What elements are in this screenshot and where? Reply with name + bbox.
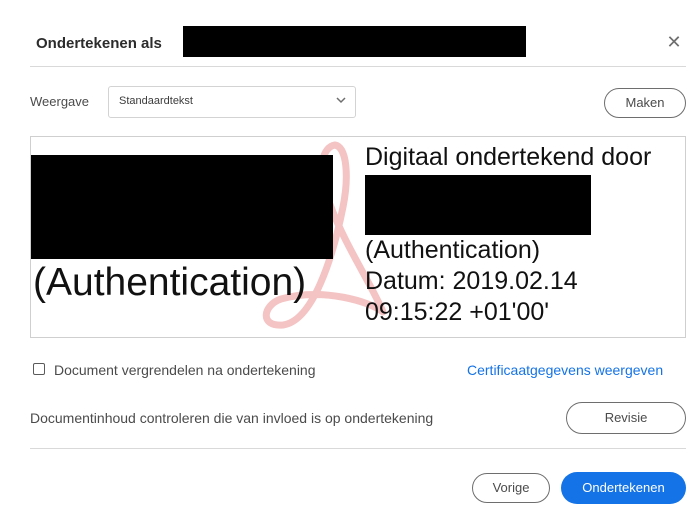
close-icon[interactable]: ✕ bbox=[664, 32, 684, 52]
redacted-signer-name-small bbox=[365, 175, 591, 235]
header-divider bbox=[30, 66, 686, 67]
redacted-signer-name-large bbox=[31, 155, 333, 259]
footer-divider bbox=[30, 448, 686, 449]
authentication-text-large: (Authentication) bbox=[33, 261, 307, 304]
weergave-select[interactable]: Standaardtekst bbox=[108, 86, 356, 118]
redacted-signer-name bbox=[183, 26, 526, 57]
authentication-text-small: (Authentication) bbox=[365, 236, 541, 264]
signature-time: 09:15:22 +01'00' bbox=[365, 298, 550, 326]
weergave-label: Weergave bbox=[30, 94, 90, 109]
signature-date: Datum: 2019.02.14 bbox=[365, 267, 578, 295]
signed-by-text: Digitaal ondertekend door bbox=[365, 143, 652, 171]
review-description: Documentinhoud controleren die van invlo… bbox=[30, 410, 434, 426]
vorige-button[interactable]: Vorige bbox=[472, 473, 550, 503]
sign-dialog: Ondertekenen als ✕ Weergave Standaardtek… bbox=[0, 0, 690, 521]
lock-document-checkbox[interactable] bbox=[33, 363, 45, 375]
certificate-details-link[interactable]: Certificaatgegevens weergeven bbox=[467, 362, 663, 378]
chevron-down-icon bbox=[336, 97, 346, 104]
ondertekenen-button[interactable]: Ondertekenen bbox=[561, 472, 686, 504]
revisie-button[interactable]: Revisie bbox=[566, 402, 686, 434]
signature-preview: (Authentication) Digitaal ondertekend do… bbox=[30, 136, 686, 338]
lock-document-label: Document vergrendelen na ondertekening bbox=[54, 362, 316, 378]
dialog-title: Ondertekenen als bbox=[36, 35, 162, 52]
weergave-select-value: Standaardtekst bbox=[119, 95, 193, 107]
maken-button[interactable]: Maken bbox=[604, 88, 686, 118]
